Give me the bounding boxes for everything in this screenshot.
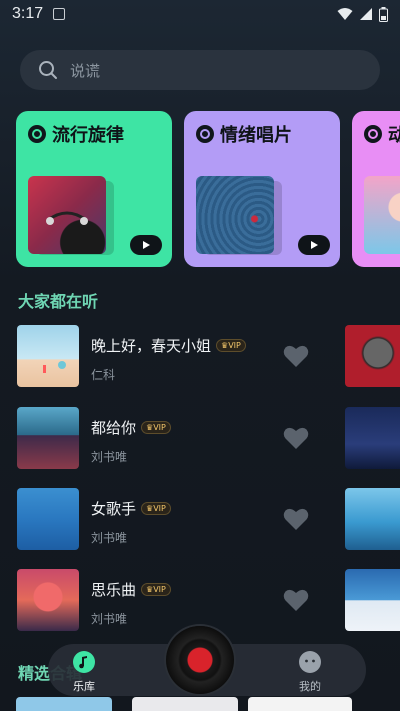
song-title-line: 女歌手 ♛VIP [91,498,171,519]
vip-badge-label: VIP [228,341,241,350]
play-icon [143,241,150,249]
category-label: 动 [388,125,400,146]
category-card-pop[interactable]: 流行旋律 [16,111,172,267]
song-row[interactable]: 女歌手 ♛VIP 刘书唯 [0,488,400,552]
song-title: 都给你 [91,419,137,437]
category-title: 情绪唱片 [196,121,292,147]
side-cover[interactable] [345,407,400,469]
song-title: 思乐曲 [91,581,137,599]
search-icon [39,61,57,79]
heart-icon[interactable] [283,344,309,368]
beach-image [43,361,66,373]
vip-badge: ♛VIP [216,339,246,352]
song-title-line: 思乐曲 ♛VIP [91,579,171,600]
song-artist: 仁科 [91,368,116,382]
song-row[interactable]: 晚上好，春天小姐 ♛VIP 仁科 [0,325,400,389]
profile-icon [299,651,321,673]
vip-badge: ♛VIP [141,421,171,434]
category-art [364,176,400,254]
disc-icon [28,125,46,143]
vip-badge-label: VIP [153,423,166,432]
category-card-anime[interactable]: 动 [352,111,400,267]
heart-icon[interactable] [283,507,309,531]
search-input[interactable]: 说谎 [20,50,380,90]
status-bar: 3:17 [0,0,400,28]
song-title: 女歌手 [91,500,137,518]
song-title: 晚上好，春天小姐 [91,337,212,355]
nav-mine-label: 我的 [299,680,321,693]
nav-library[interactable]: 乐库 [72,650,96,694]
status-time: 3:17 [12,5,44,22]
status-icons [337,6,388,22]
nav-mine[interactable]: 我的 [298,650,322,694]
category-label: 流行旋律 [52,125,124,146]
category-art [28,176,106,254]
song-cover [17,488,79,550]
category-carousel[interactable]: 流行旋律 情绪唱片 动 [16,111,400,267]
side-cover[interactable] [345,325,400,387]
vip-badge-label: VIP [153,585,166,594]
nav-library-label: 乐库 [73,680,95,693]
song-cover [17,325,79,387]
play-button[interactable] [298,235,330,255]
signal-icon [360,8,372,20]
featured-card-peek[interactable] [248,697,352,711]
now-playing-disc[interactable] [166,626,234,694]
search-placeholder: 说谎 [70,61,101,80]
heart-icon[interactable] [283,426,309,450]
notification-icon [53,8,66,20]
category-title: 动 [364,121,400,147]
play-button[interactable] [130,235,162,255]
category-card-mood[interactable]: 情绪唱片 [184,111,340,267]
disc-icon [196,125,214,143]
heart-icon[interactable] [283,588,309,612]
side-cover[interactable] [345,569,400,631]
music-note-icon [73,651,95,673]
side-cover[interactable] [345,488,400,550]
category-label: 情绪唱片 [220,125,292,146]
song-title-line: 晚上好，春天小姐 ♛VIP [91,335,246,356]
featured-card-peek[interactable] [16,697,112,711]
wifi-icon [337,8,353,20]
song-row[interactable]: 都给你 ♛VIP 刘书唯 [0,407,400,471]
play-icon [311,241,318,249]
category-title: 流行旋律 [28,121,124,147]
song-artist: 刘书唯 [91,450,128,464]
vip-badge: ♛VIP [141,583,171,596]
featured-card-peek[interactable] [132,697,238,711]
song-artist: 刘书唯 [91,531,128,545]
song-artist: 刘书唯 [91,612,128,626]
vip-badge: ♛VIP [141,502,171,515]
song-title-line: 都给你 ♛VIP [91,417,171,438]
disc-icon [364,125,382,143]
category-art [196,176,274,254]
headphones-image [46,211,88,225]
section-title-popular: 大家都在听 [18,292,99,311]
vip-badge-label: VIP [153,504,166,513]
song-row[interactable]: 思乐曲 ♛VIP 刘书唯 [0,569,400,633]
song-cover [17,407,79,469]
song-cover [17,569,79,631]
battery-icon [379,6,388,22]
